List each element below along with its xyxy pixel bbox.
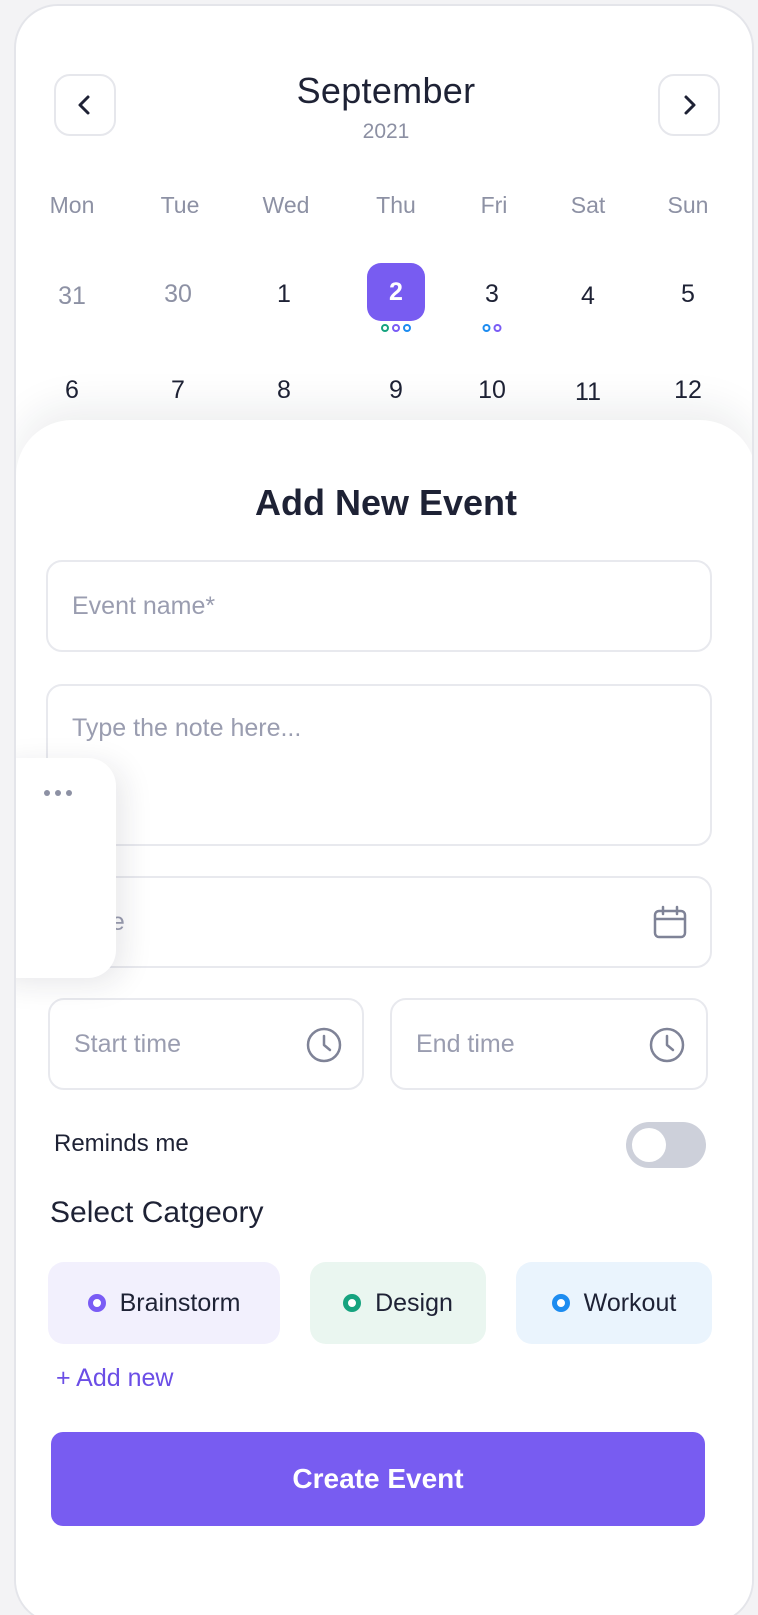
category-chip-label: Design xyxy=(375,1288,453,1317)
calendar-day-selected[interactable]: 2 xyxy=(367,263,425,321)
calendar-icon[interactable] xyxy=(652,904,688,940)
calendar-day[interactable]: 12 xyxy=(648,370,728,410)
start-time-field xyxy=(48,998,364,1090)
toggle-knob xyxy=(632,1128,666,1162)
end-time-field xyxy=(390,998,708,1090)
calendar-day[interactable]: 8 xyxy=(244,370,324,410)
category-chip-design[interactable]: Design xyxy=(310,1262,486,1344)
category-color-dot xyxy=(87,1294,106,1312)
reminds-me-toggle[interactable] xyxy=(626,1122,706,1168)
clock-icon[interactable] xyxy=(305,1026,343,1064)
weekday-mon: Mon xyxy=(49,192,95,218)
category-color-dot xyxy=(551,1294,570,1312)
phone-frame: September 2021 Mon Tue Wed Thu Fri Sat S… xyxy=(14,4,754,1615)
calendar-day[interactable]: 11 xyxy=(548,372,628,412)
more-options-icon[interactable] xyxy=(44,790,72,796)
add-new-category-link[interactable]: + Add new xyxy=(56,1364,173,1393)
category-chip-label: Brainstorm xyxy=(119,1288,241,1317)
event-dots xyxy=(482,324,502,332)
event-dot xyxy=(381,324,389,332)
calendar-day[interactable]: 1 xyxy=(244,274,324,314)
calendar-day[interactable]: 5 xyxy=(648,274,728,314)
add-event-sheet: Add New Event Event name* Type the note … xyxy=(16,420,752,1615)
note-textarea[interactable] xyxy=(72,714,682,824)
end-time-input[interactable] xyxy=(416,1000,636,1088)
floating-side-card[interactable] xyxy=(16,758,116,978)
note-field xyxy=(46,684,712,846)
event-dot xyxy=(392,324,400,332)
category-chip-brainstorm[interactable]: Brainstorm xyxy=(48,1262,280,1344)
weekday-thu: Thu xyxy=(376,192,416,218)
reminds-me-label: Reminds me xyxy=(54,1130,189,1157)
calendar-day[interactable]: 3 xyxy=(452,274,532,314)
calendar-day[interactable]: 31 xyxy=(32,276,112,316)
weekday-wed: Wed xyxy=(262,192,310,218)
weekday-sat: Sat xyxy=(570,192,606,218)
clock-icon[interactable] xyxy=(648,1026,686,1064)
sheet-title: Add New Event xyxy=(254,482,518,523)
event-dot xyxy=(493,324,502,332)
weekday-tue: Tue xyxy=(160,192,200,218)
event-name-input[interactable] xyxy=(72,562,682,650)
weekday-sun: Sun xyxy=(667,192,709,218)
calendar-day[interactable]: 9 xyxy=(356,370,436,410)
calendar-day[interactable]: 30 xyxy=(138,274,218,314)
category-chip-workout[interactable]: Workout xyxy=(516,1262,712,1344)
date-input[interactable] xyxy=(72,878,632,966)
calendar-day[interactable]: 6 xyxy=(32,370,112,410)
event-name-field xyxy=(46,560,712,652)
event-dot xyxy=(403,324,411,332)
month-title: September xyxy=(296,70,476,111)
calendar-day[interactable]: 10 xyxy=(452,370,532,410)
event-dots xyxy=(381,324,411,332)
event-dot xyxy=(482,324,491,332)
calendar-day[interactable]: 7 xyxy=(138,370,218,410)
year-title: 2021 xyxy=(362,120,410,143)
start-time-input[interactable] xyxy=(74,1000,294,1088)
calendar-day[interactable]: 4 xyxy=(548,276,628,316)
weekday-fri: Fri xyxy=(480,192,508,218)
category-section-title: Select Catgeory xyxy=(50,1196,264,1229)
create-event-button[interactable]: Create Event xyxy=(51,1432,705,1526)
chevron-right-icon xyxy=(684,95,696,115)
next-month-button[interactable] xyxy=(658,74,720,136)
category-color-dot xyxy=(343,1294,362,1312)
date-field xyxy=(46,876,712,968)
category-chip-label: Workout xyxy=(583,1288,677,1317)
